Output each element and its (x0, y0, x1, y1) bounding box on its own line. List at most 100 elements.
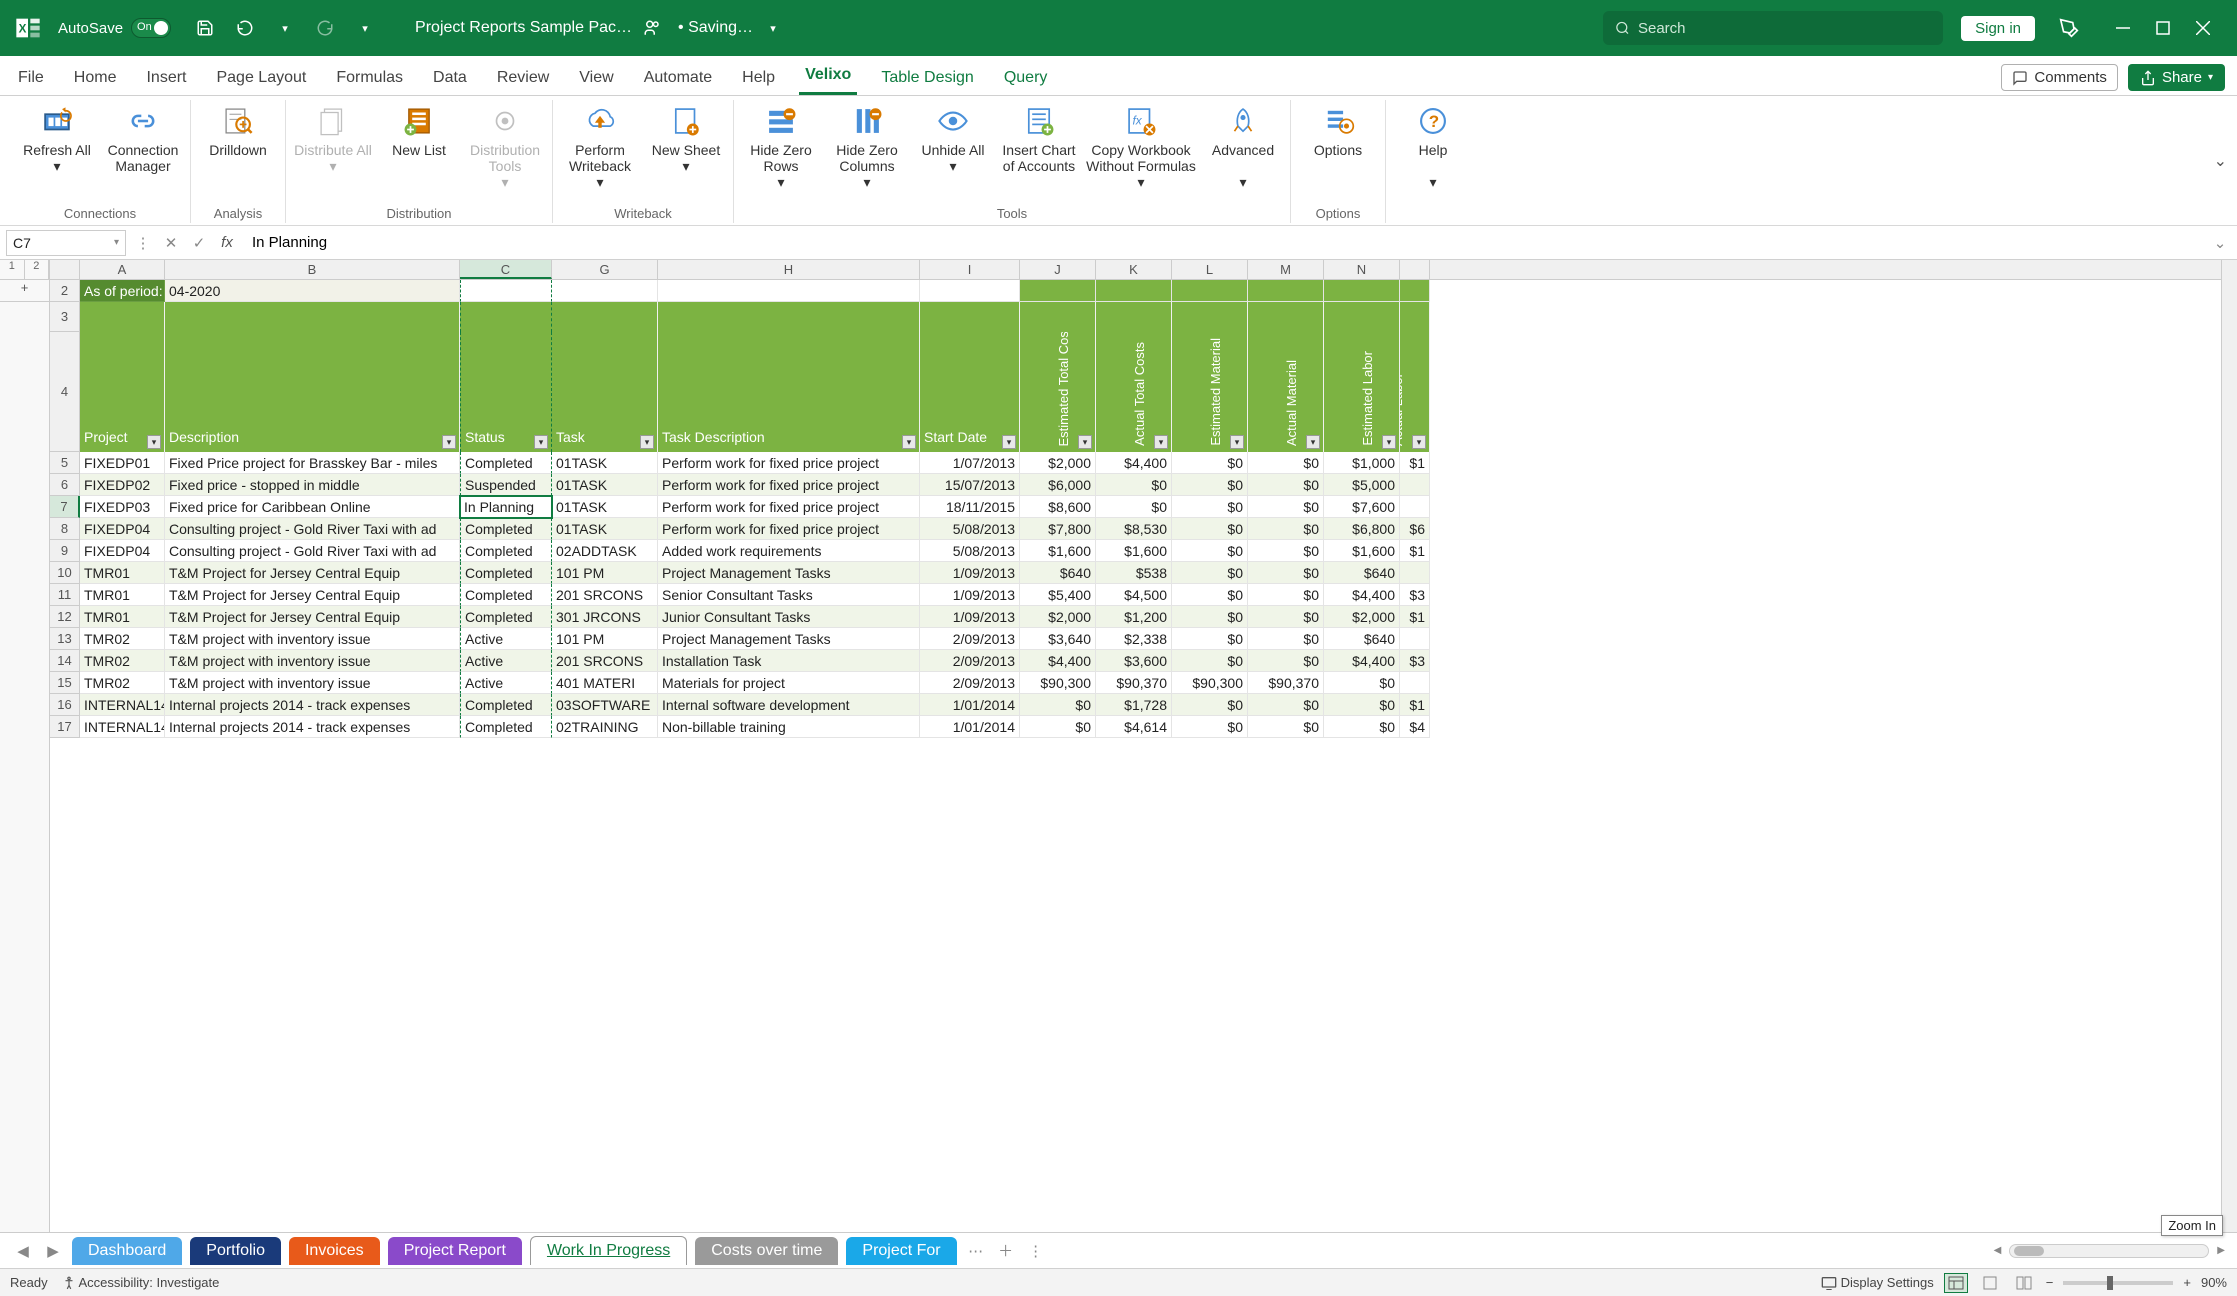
name-box[interactable]: C7▾ (6, 230, 126, 256)
filter-icon[interactable]: ▾ (534, 435, 548, 449)
cell-status[interactable]: Completed (460, 716, 552, 738)
cell-description[interactable]: T&M Project for Jersey Central Equip (165, 584, 460, 606)
cell-task-desc[interactable]: Perform work for fixed price project (658, 496, 920, 518)
pen-icon[interactable] (2055, 14, 2083, 42)
collapse-ribbon-icon[interactable]: ⌄ (2214, 151, 2227, 171)
help-button[interactable]: ?Help▾ (1394, 100, 1472, 190)
cell-est-total[interactable]: $640 (1020, 562, 1096, 584)
cell-task-desc[interactable]: Materials for project (658, 672, 920, 694)
new-list-button[interactable]: New List (380, 100, 458, 158)
tab-table-design[interactable]: Table Design (875, 63, 980, 95)
cell-est-total[interactable]: $2,000 (1020, 452, 1096, 474)
cell-act-total[interactable]: $0 (1096, 474, 1172, 496)
cell-task-desc[interactable]: Perform work for fixed price project (658, 518, 920, 540)
cell-task-desc[interactable]: Project Management Tasks (658, 562, 920, 584)
cell-project[interactable]: TMR01 (80, 584, 165, 606)
cell-act-mat[interactable]: $0 (1248, 628, 1324, 650)
row-header-12[interactable]: 12 (50, 606, 80, 628)
hdr-description[interactable]: Description▾ (165, 332, 460, 452)
cell-task-desc[interactable]: Project Management Tasks (658, 628, 920, 650)
cell-act-lab[interactable]: $1 (1400, 606, 1430, 628)
col-K[interactable]: K (1096, 260, 1172, 279)
cell-est-total[interactable]: $0 (1020, 694, 1096, 716)
row-header-8[interactable]: 8 (50, 518, 80, 540)
fb-menu-icon[interactable]: ⋮ (132, 232, 154, 254)
filter-icon[interactable]: ▾ (1002, 435, 1016, 449)
cell-act-mat[interactable]: $0 (1248, 716, 1324, 738)
cell-project[interactable]: INTERNAL14 (80, 716, 165, 738)
zoom-slider[interactable] (2063, 1281, 2173, 1285)
cell-status[interactable]: Active (460, 672, 552, 694)
cell-task-desc[interactable]: Junior Consultant Tasks (658, 606, 920, 628)
cell-est-mat[interactable]: $0 (1172, 650, 1248, 672)
qat-menu-icon[interactable]: ▾ (351, 14, 379, 42)
col-B[interactable]: B (165, 260, 460, 279)
cell-task-desc[interactable]: Installation Task (658, 650, 920, 672)
sheet-costs[interactable]: Costs over time (695, 1237, 838, 1265)
sheet-wip[interactable]: Work In Progress (530, 1236, 687, 1265)
cell-start-date[interactable]: 1/09/2013 (920, 562, 1020, 584)
cell-est-lab[interactable]: $0 (1324, 694, 1400, 716)
expand-formula-icon[interactable]: ⌄ (2209, 232, 2231, 254)
tab-automate[interactable]: Automate (638, 63, 718, 95)
cell-project[interactable]: FIXEDP01 (80, 452, 165, 474)
cell-status[interactable]: Completed (460, 518, 552, 540)
row-header-3[interactable]: 3 (50, 302, 80, 332)
sheet-prev-icon[interactable]: ◀ (12, 1240, 34, 1262)
cell-project[interactable]: TMR01 (80, 606, 165, 628)
drilldown-button[interactable]: Drilldown (199, 100, 277, 158)
cell-act-mat[interactable]: $0 (1248, 540, 1324, 562)
accessibility-status[interactable]: Accessibility: Investigate (62, 1275, 220, 1291)
cell-project[interactable]: TMR02 (80, 650, 165, 672)
copy-workbook-button[interactable]: fxCopy Workbook Without Formulas ▾ (1086, 100, 1196, 190)
sheet-portfolio[interactable]: Portfolio (190, 1237, 281, 1265)
signin-button[interactable]: Sign in (1961, 16, 2035, 41)
sheet-dashboard[interactable]: Dashboard (72, 1237, 182, 1265)
col-A[interactable]: A (80, 260, 165, 279)
cell-project[interactable]: FIXEDP04 (80, 540, 165, 562)
row-header-14[interactable]: 14 (50, 650, 80, 672)
cell-task-desc[interactable]: Internal software development (658, 694, 920, 716)
cell-status[interactable]: Completed (460, 452, 552, 474)
col-C[interactable]: C (460, 260, 552, 279)
cell-est-total[interactable]: $3,640 (1020, 628, 1096, 650)
hdr-act-lab[interactable]: Actual Labor▾ (1400, 332, 1430, 452)
cell-est-mat[interactable]: $0 (1172, 540, 1248, 562)
cell-act-total[interactable]: $1,600 (1096, 540, 1172, 562)
tab-page-layout[interactable]: Page Layout (210, 63, 312, 95)
cell-start-date[interactable]: 5/08/2013 (920, 540, 1020, 562)
sheet-invoices[interactable]: Invoices (289, 1237, 380, 1265)
cell-description[interactable]: Internal projects 2014 - track expenses (165, 694, 460, 716)
row-header-4[interactable]: 4 (50, 332, 80, 452)
cell-start-date[interactable]: 18/11/2015 (920, 496, 1020, 518)
cell-act-total[interactable]: $2,338 (1096, 628, 1172, 650)
cell-start-date[interactable]: 15/07/2013 (920, 474, 1020, 496)
cell-est-total[interactable]: $1,600 (1020, 540, 1096, 562)
cell-task-desc[interactable]: Perform work for fixed price project (658, 474, 920, 496)
cell-status[interactable]: Active (460, 650, 552, 672)
cell-act-mat[interactable]: $0 (1248, 518, 1324, 540)
cell-description[interactable]: Consulting project - Gold River Taxi wit… (165, 518, 460, 540)
display-settings[interactable]: Display Settings (1821, 1275, 1934, 1291)
hdr-est-total[interactable]: Estimated Total Costs▾ (1020, 332, 1096, 452)
tab-view[interactable]: View (573, 63, 619, 95)
cell-est-lab[interactable]: $0 (1324, 716, 1400, 738)
col-G[interactable]: G (552, 260, 658, 279)
cell-A2[interactable]: As of period: (80, 280, 165, 302)
view-page-break-icon[interactable] (2012, 1273, 2036, 1293)
cell-est-lab[interactable]: $6,800 (1324, 518, 1400, 540)
hide-zero-rows-button[interactable]: Hide Zero Rows ▾ (742, 100, 820, 190)
cell-project[interactable]: FIXEDP02 (80, 474, 165, 496)
autosave[interactable]: AutoSave On (58, 18, 171, 38)
cell-start-date[interactable]: 1/07/2013 (920, 452, 1020, 474)
sheet-menu-icon[interactable]: ⋮ (1025, 1240, 1047, 1262)
shared-icon[interactable] (638, 14, 666, 42)
col-J[interactable]: J (1020, 260, 1096, 279)
new-sheet-icon[interactable]: ＋ (995, 1240, 1017, 1262)
cell-est-mat[interactable]: $0 (1172, 584, 1248, 606)
cell-status[interactable]: Completed (460, 562, 552, 584)
cell-task[interactable]: 03SOFTWARE (552, 694, 658, 716)
cell-task[interactable]: 02ADDTASK (552, 540, 658, 562)
row-header-5[interactable]: 5 (50, 452, 80, 474)
cell-act-total[interactable]: $4,614 (1096, 716, 1172, 738)
